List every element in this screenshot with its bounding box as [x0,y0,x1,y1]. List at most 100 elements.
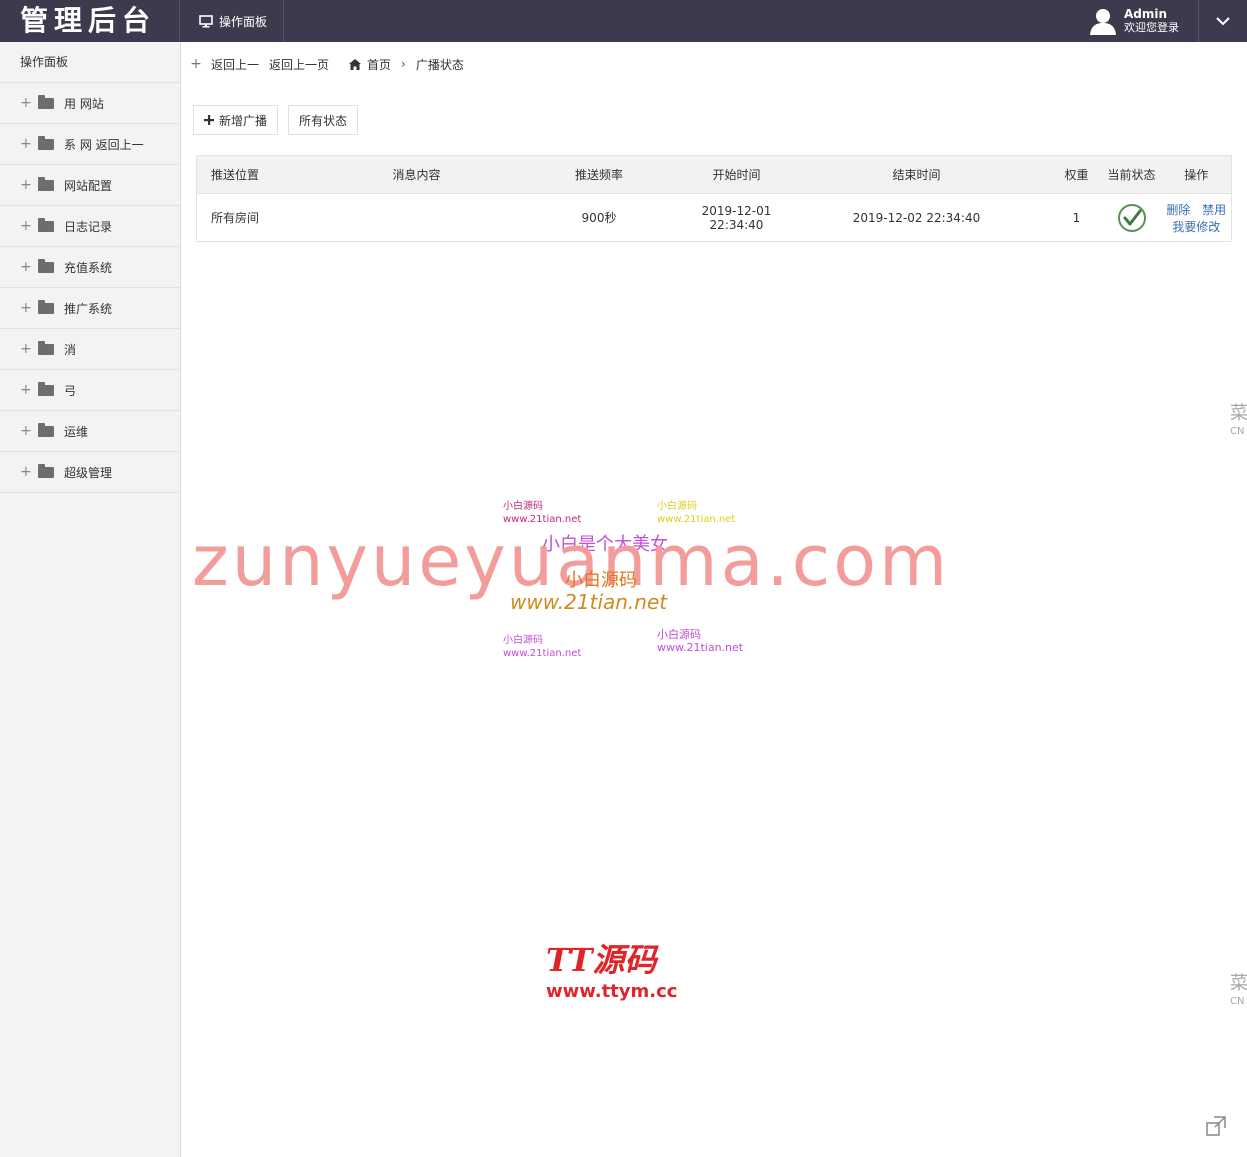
plus-icon [204,115,214,125]
watermark-side: 菜 CN [1230,405,1247,441]
user-menu[interactable]: Admin 欢迎您登录 [1088,0,1198,42]
expand-plus-icon: + [20,464,32,480]
watermark-text: 小白源码 [503,635,543,646]
sidebar-item-label: 超级管理 [64,465,113,480]
col-position: 推送位置 [196,155,327,194]
status-filter-label: 所有状态 [299,113,348,128]
watermark-text: 小白源码 [657,628,701,641]
sidebar-item-recharge[interactable]: + 充值系统 [0,247,180,288]
sidebar-item-logs[interactable]: + 日志记录 [0,206,180,247]
breadcrumb-home[interactable]: 首页 [367,56,391,73]
sidebar-item-label: 日志记录 [64,219,113,234]
home-icon [349,58,362,70]
back-page-link[interactable]: 返回上一页 [269,56,329,73]
col-actions: 操作 [1161,155,1232,194]
sidebar-item-label: 推广系统 [64,301,113,316]
cell-status [1102,194,1162,242]
expand-plus-icon: + [20,95,32,111]
expand-plus-icon: + [20,177,32,193]
watermark-tt: TT源码 www.ttym.cc [546,935,677,1002]
watermark-text: 小白源码 [657,501,697,512]
sidebar-item-other[interactable]: + 弓 [0,370,180,411]
status-enabled-check-icon [1117,203,1146,232]
sidebar-item-label: 用 网站 [64,96,104,111]
sidebar-item-label: 弓 [64,383,77,398]
breadcrumb-current: 广播状态 [415,57,464,72]
sidebar-item-super-admin[interactable]: + 超级管理 [0,452,180,493]
col-content: 消息内容 [326,155,507,194]
expand-plus-icon: + [20,300,32,316]
expand-plus-icon: + [20,218,32,234]
add-broadcast-label: 新增广播 [219,113,268,128]
breadcrumb-plus-icon[interactable]: + [181,56,211,72]
back-link[interactable]: 返回上一 [211,56,259,73]
folder-icon [38,258,54,273]
cell-actions: 删除 禁用 我要修改 [1162,194,1232,242]
user-welcome-text: 欢迎您登录 [1124,21,1179,34]
status-filter-button[interactable]: 所有状态 [288,105,359,135]
breadcrumb-separator-icon: › [401,57,406,71]
col-start-time: 开始时间 [691,155,782,194]
folder-icon [38,176,54,191]
broadcast-table: 推送位置 消息内容 推送频率 开始时间 结束时间 权重 当前状态 操作 所有房间… [196,155,1232,242]
expand-plus-icon: + [20,341,32,357]
breadcrumb: + 返回上一 返回上一页 首页 › 广播状态 [181,42,1247,86]
cell-weight: 1 [1072,210,1081,225]
expand-plus-icon: + [20,382,32,398]
cell-position: 所有房间 [211,211,260,225]
toolbar: 新增广播 所有状态 [181,104,359,136]
monitor-icon [199,14,213,27]
cell-start-time: 2019-12-01 22:34:40 [701,203,772,232]
cell-end-time: 2019-12-02 22:34:40 [852,210,981,225]
expand-plus-icon: + [20,136,32,152]
folder-icon [38,381,54,396]
sidebar-item-label: 消 [64,342,77,357]
folder-icon [38,135,54,150]
watermark-text: www.21tian.net [657,641,744,654]
sidebar-item-user[interactable]: + 用 网站 [0,83,180,124]
folder-icon [38,94,54,109]
sidebar-item-label: 网站配置 [64,178,113,193]
col-frequency: 推送频率 [506,155,692,194]
watermark-side-char: 菜 [1230,403,1247,424]
add-broadcast-button[interactable]: 新增广播 [193,105,279,135]
folder-icon [38,422,54,437]
col-end-time: 结束时间 [781,155,1052,194]
delete-link[interactable]: 删除 [1166,203,1190,217]
watermark-text: 小白源码 [503,501,543,512]
folder-icon [38,299,54,314]
watermark-small: 小白源码 www.21tian.net [657,628,743,654]
chevron-down-icon [1216,17,1230,26]
sidebar-item-label: 充值系统 [64,260,113,275]
watermark-side-sub: CN [1230,996,1245,1007]
tab-dashboard-label: 操作面板 [219,14,268,29]
user-name: Admin [1124,7,1168,21]
sidebar-item-message[interactable]: + 消 [0,329,180,370]
sidebar-item-system[interactable]: + 系 网 返回上一 [0,124,180,165]
cell-content [327,194,507,242]
header-dropdown-button[interactable] [1198,0,1247,42]
watermark-text: www.21tian.net [503,648,582,659]
watermark-mid-1: 小白源码 [565,570,637,591]
table-row: 所有房间 900秒 2019-12-01 22:34:40 2019-12-02… [197,194,1232,242]
resize-corner-icon[interactable] [1205,1115,1227,1137]
folder-icon [38,217,54,232]
sidebar-item-ops[interactable]: + 运维 [0,411,180,452]
tab-dashboard[interactable]: 操作面板 [181,0,284,42]
col-status: 当前状态 [1101,155,1162,194]
folder-icon [38,340,54,355]
edit-link[interactable]: 我要修改 [1172,220,1220,234]
sidebar-item-site-config[interactable]: + 网站配置 [0,165,180,206]
sidebar-item-promotion[interactable]: + 推广系统 [0,288,180,329]
watermark-tt-title: TT源码 [546,941,657,979]
watermark-mid-2: www.21tian.net [510,590,668,614]
disable-link[interactable]: 禁用 [1202,203,1226,217]
sidebar-item-label: 系 网 返回上一 [64,137,144,152]
sidebar: 操作面板 + 用 网站 + 系 网 返回上一 + 网站配置 + 日志记录 + 充… [0,42,181,1157]
sidebar-title: 操作面板 [0,42,180,83]
cell-frequency: 900秒 [581,211,617,225]
user-avatar-icon [1090,9,1116,35]
folder-icon [38,463,54,478]
brand-logo: 管理后台 [0,0,180,42]
watermark-tt-url: www.ttym.cc [546,981,678,1002]
